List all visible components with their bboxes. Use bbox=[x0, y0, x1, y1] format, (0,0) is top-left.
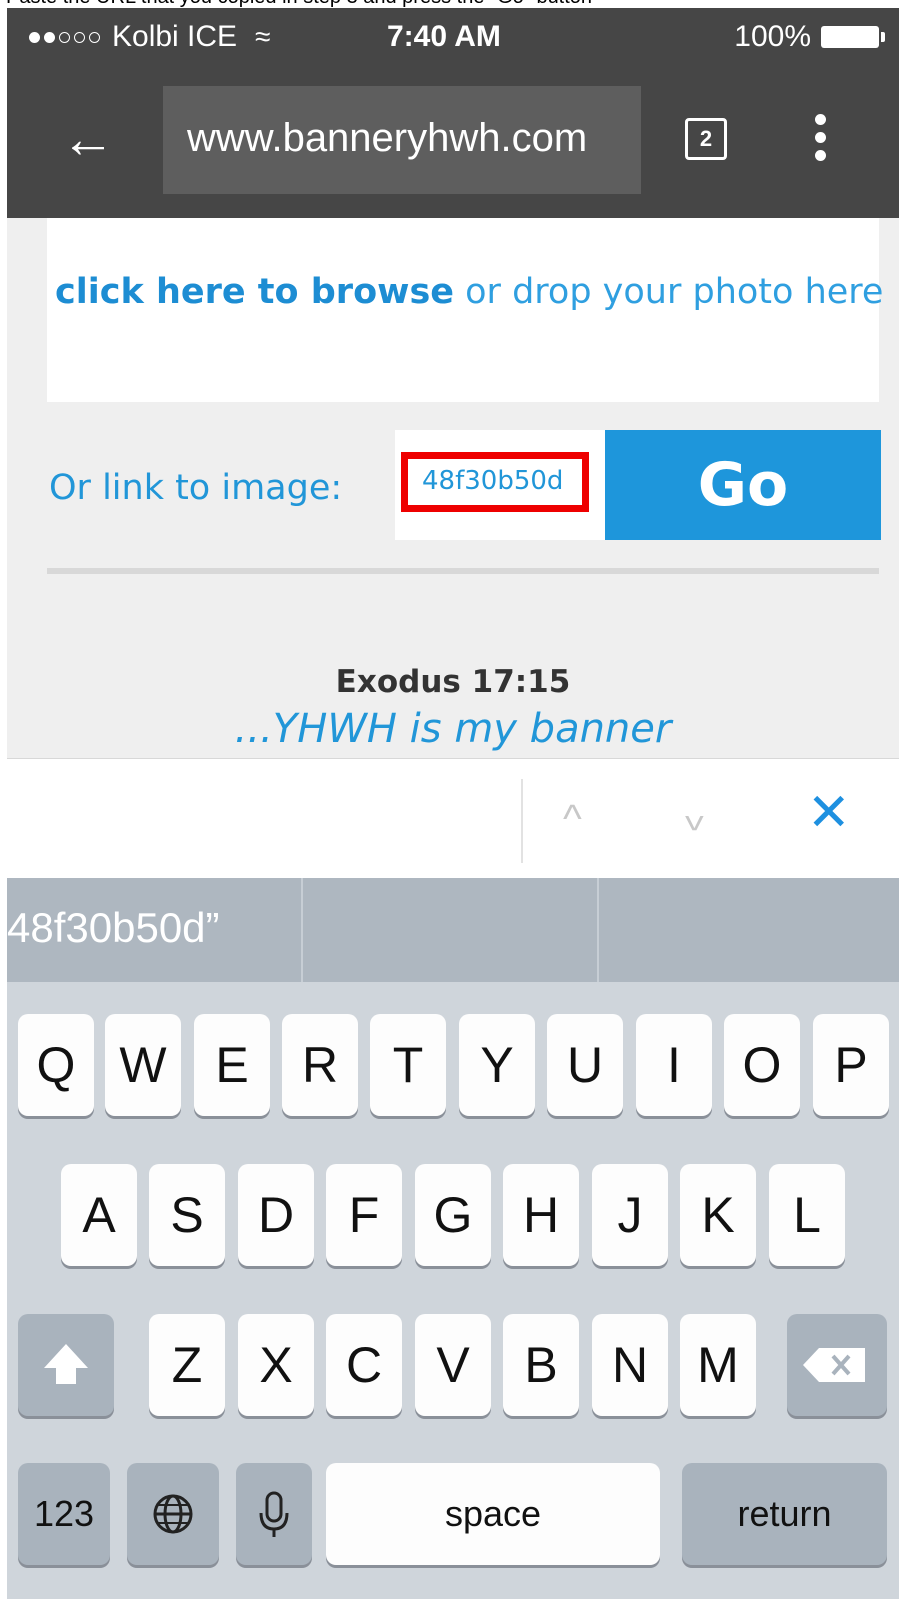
globe-icon bbox=[153, 1494, 193, 1534]
url-text: www.banneryhwh.com bbox=[187, 116, 588, 160]
carrier-signal: Kolbi ICE ≈ bbox=[29, 20, 270, 54]
image-url-input[interactable]: 48f30b50d bbox=[401, 452, 589, 512]
instruction-caption: Paste the URL that you copied in step 3 … bbox=[0, 0, 899, 8]
key-s[interactable]: S bbox=[149, 1164, 225, 1266]
photo-drop-zone[interactable]: click here to browse or drop your photo … bbox=[47, 218, 883, 402]
key-a[interactable]: A bbox=[61, 1164, 137, 1266]
key-u[interactable]: U bbox=[547, 1014, 623, 1116]
back-arrow-icon[interactable]: ← bbox=[61, 112, 115, 166]
space-key[interactable]: space bbox=[326, 1463, 660, 1565]
browse-prompt: click here to browse or drop your photo … bbox=[55, 272, 883, 312]
microphone-icon bbox=[259, 1491, 289, 1537]
image-link-field[interactable]: 48f30b50d bbox=[395, 430, 605, 540]
key-g[interactable]: G bbox=[415, 1164, 491, 1266]
verse-reference: Exodus 17:15 bbox=[335, 664, 571, 700]
backspace-icon bbox=[803, 1348, 865, 1382]
key-m[interactable]: M bbox=[680, 1314, 756, 1416]
chevron-up-icon[interactable]: ^ bbox=[563, 797, 582, 842]
key-n[interactable]: N bbox=[592, 1314, 668, 1416]
key-e[interactable]: E bbox=[194, 1014, 270, 1116]
key-y[interactable]: Y bbox=[459, 1014, 535, 1116]
key-j[interactable]: J bbox=[592, 1164, 668, 1266]
status-bar: Kolbi ICE ≈ 7:40 AM 100% bbox=[7, 8, 899, 72]
key-h[interactable]: H bbox=[503, 1164, 579, 1266]
key-i[interactable]: I bbox=[636, 1014, 712, 1116]
key-v[interactable]: V bbox=[415, 1314, 491, 1416]
suggestion-item[interactable]: 48f30b50d” bbox=[7, 878, 301, 982]
find-bar-divider bbox=[521, 779, 523, 863]
battery-percent: 100% bbox=[734, 20, 811, 53]
drop-hint: or drop your photo here bbox=[454, 272, 884, 312]
signal-icon bbox=[29, 31, 102, 43]
suggestion-bar: 48f30b50d” bbox=[7, 878, 899, 982]
browser-chrome: Kolbi ICE ≈ 7:40 AM 100% ← www.banneryhw… bbox=[7, 8, 899, 218]
web-page: click here to browse or drop your photo … bbox=[7, 218, 899, 758]
key-r[interactable]: R bbox=[282, 1014, 358, 1116]
key-q[interactable]: Q bbox=[18, 1014, 94, 1116]
shift-key[interactable] bbox=[18, 1314, 114, 1416]
key-c[interactable]: C bbox=[326, 1314, 402, 1416]
key-d[interactable]: D bbox=[238, 1164, 314, 1266]
suggestion-item[interactable] bbox=[303, 878, 597, 982]
close-icon[interactable]: ✕ bbox=[807, 787, 851, 839]
section-divider bbox=[47, 568, 879, 574]
go-button[interactable]: Go bbox=[605, 430, 881, 540]
key-p[interactable]: P bbox=[813, 1014, 889, 1116]
key-o[interactable]: O bbox=[724, 1014, 800, 1116]
key-x[interactable]: X bbox=[238, 1314, 314, 1416]
key-t[interactable]: T bbox=[370, 1014, 446, 1116]
suggestion-item[interactable] bbox=[599, 878, 899, 982]
find-input[interactable] bbox=[7, 759, 517, 879]
verse-text: ...YHWH is my banner bbox=[234, 706, 672, 752]
address-bar[interactable]: www.banneryhwh.com bbox=[163, 86, 641, 194]
globe-key[interactable] bbox=[127, 1463, 219, 1565]
battery-icon bbox=[821, 26, 885, 48]
shift-arrow-icon bbox=[44, 1344, 88, 1384]
suggestion-text: 48f30b50d” bbox=[7, 904, 220, 951]
battery-status: 100% bbox=[734, 20, 885, 54]
tab-switcher-button[interactable]: 2 bbox=[685, 118, 727, 160]
key-l[interactable]: L bbox=[769, 1164, 845, 1266]
status-time: 7:40 AM bbox=[387, 20, 501, 53]
key-f[interactable]: F bbox=[326, 1164, 402, 1266]
return-key[interactable]: return bbox=[682, 1463, 887, 1565]
find-in-page-bar: ^ ^ ✕ bbox=[7, 758, 899, 879]
caption-text: Paste the URL that you copied in step 3 … bbox=[6, 0, 592, 8]
onscreen-keyboard: 48f30b50d” Q W E R T Y U I O P A S D F G… bbox=[7, 878, 899, 1599]
overflow-menu-icon[interactable] bbox=[815, 114, 829, 168]
chevron-down-icon[interactable]: ^ bbox=[685, 793, 704, 838]
key-w[interactable]: W bbox=[105, 1014, 181, 1116]
link-to-image-label: Or link to image: bbox=[49, 468, 343, 508]
browse-link[interactable]: click here to browse bbox=[55, 272, 454, 312]
numbers-key[interactable]: 123 bbox=[18, 1463, 110, 1565]
dictation-key[interactable] bbox=[236, 1463, 312, 1565]
key-k[interactable]: K bbox=[680, 1164, 756, 1266]
wifi-icon: ≈ bbox=[255, 21, 271, 52]
carrier-name: Kolbi ICE bbox=[112, 20, 238, 53]
key-b[interactable]: B bbox=[503, 1314, 579, 1416]
key-z[interactable]: Z bbox=[149, 1314, 225, 1416]
backspace-key[interactable] bbox=[787, 1314, 887, 1416]
